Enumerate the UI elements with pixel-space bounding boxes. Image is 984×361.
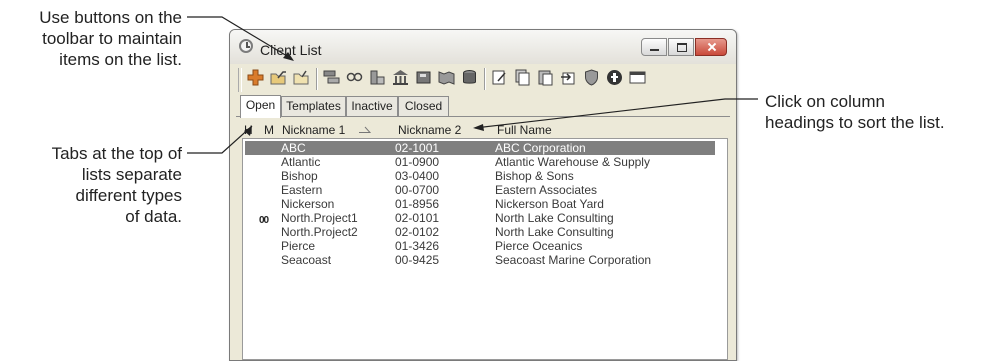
arrowhead-icon [283,52,294,61]
toolbar-leader-line [187,16,293,60]
tab-open[interactable]: Open [240,95,281,118]
arrowhead-icon [473,124,484,131]
arrowhead-icon [244,126,252,136]
callout-lines [187,16,758,154]
headings-leader-line [474,98,758,129]
tabs-leader-line [187,125,253,154]
